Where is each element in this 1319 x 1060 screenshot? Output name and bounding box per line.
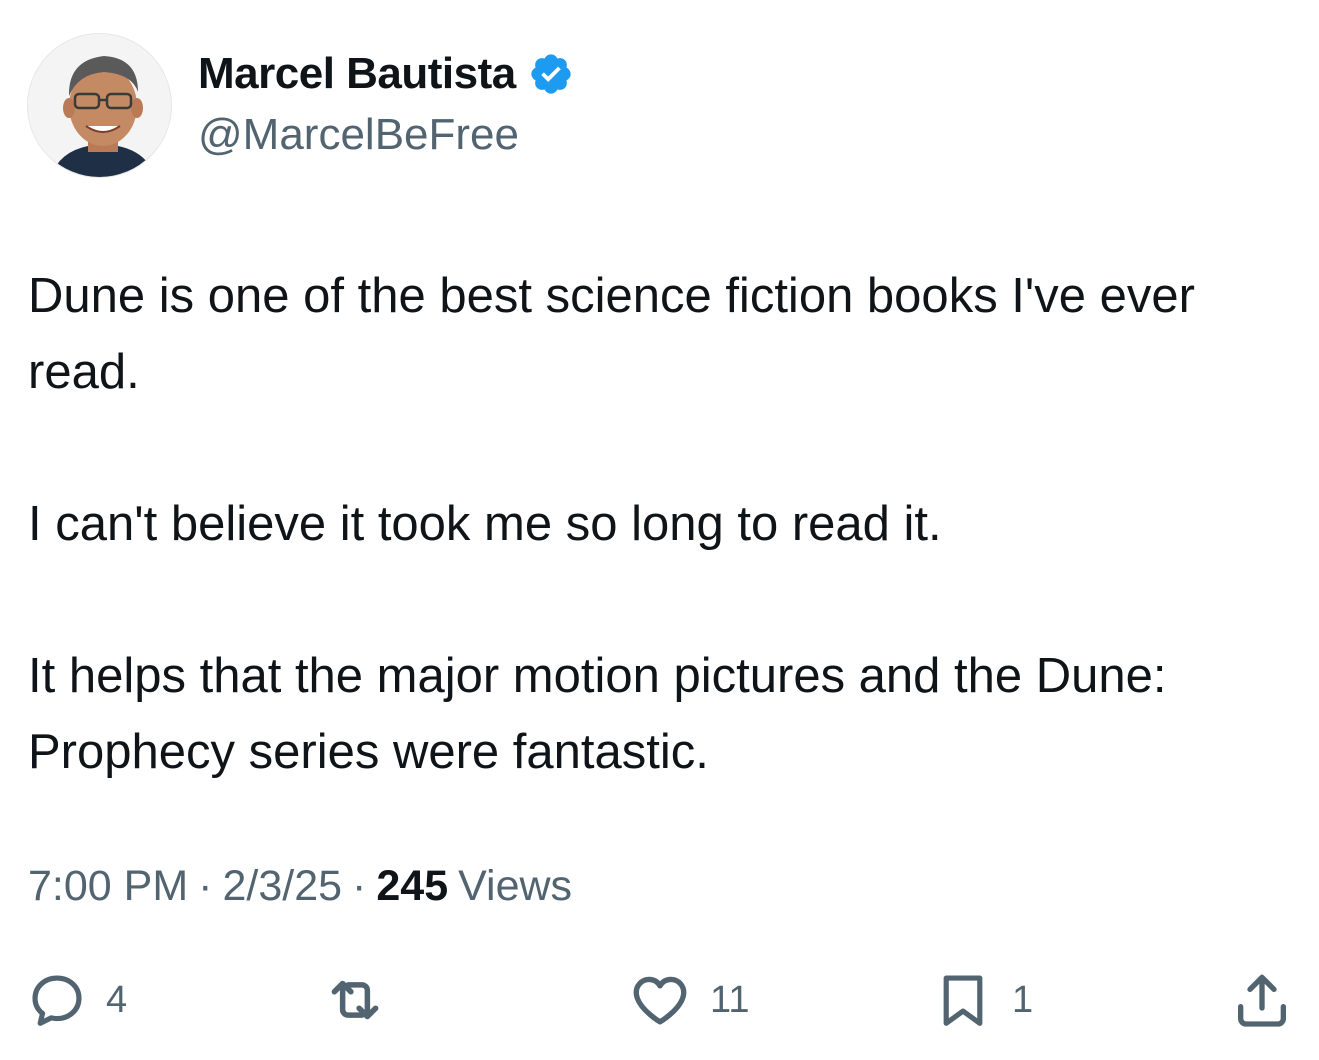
action-bar: 4 11 1 — [0, 960, 1319, 1040]
author-handle[interactable]: @MarcelBeFree — [198, 110, 519, 160]
tweet-paragraph: I can't believe it took me so long to re… — [28, 497, 942, 551]
repost-button[interactable] — [322, 960, 406, 1040]
reply-count: 4 — [106, 978, 128, 1021]
meta-separator: · — [198, 862, 213, 910]
reply-button[interactable]: 4 — [26, 960, 127, 1040]
tweet-paragraph: It helps that the major motion pictures … — [28, 649, 1167, 779]
display-name[interactable]: Marcel Bautista — [198, 49, 516, 99]
share-button[interactable] — [1230, 960, 1294, 1040]
tweet-text: Dune is one of the best science fiction … — [28, 258, 1288, 790]
tweet-card: Marcel Bautista @MarcelBeFree Dune is on… — [0, 0, 1319, 1060]
like-button[interactable]: 11 — [628, 960, 749, 1040]
avatar[interactable] — [27, 33, 172, 178]
views-count[interactable]: 245 — [376, 862, 448, 911]
repost-icon — [331, 980, 379, 1020]
share-icon — [1238, 974, 1286, 1027]
views-label[interactable]: Views — [458, 862, 572, 911]
like-count: 11 — [710, 978, 750, 1021]
reply-icon — [32, 975, 82, 1026]
tweet-paragraph: Dune is one of the best science fiction … — [28, 269, 1195, 399]
tweet-time[interactable]: 7:00 PM — [28, 862, 188, 911]
verified-badge-icon[interactable] — [528, 51, 574, 97]
author-name-row[interactable]: Marcel Bautista — [198, 44, 574, 104]
meta-separator: · — [352, 862, 367, 910]
tweet-meta: 7:00 PM · 2/3/25 · 245 Views — [28, 862, 572, 911]
bookmark-button[interactable]: 1 — [932, 960, 1033, 1040]
heart-icon — [633, 976, 687, 1025]
avatar-photo — [28, 34, 171, 177]
tweet-date[interactable]: 2/3/25 — [222, 862, 342, 911]
bookmark-count: 1 — [1012, 978, 1034, 1021]
bookmark-icon — [943, 975, 983, 1026]
